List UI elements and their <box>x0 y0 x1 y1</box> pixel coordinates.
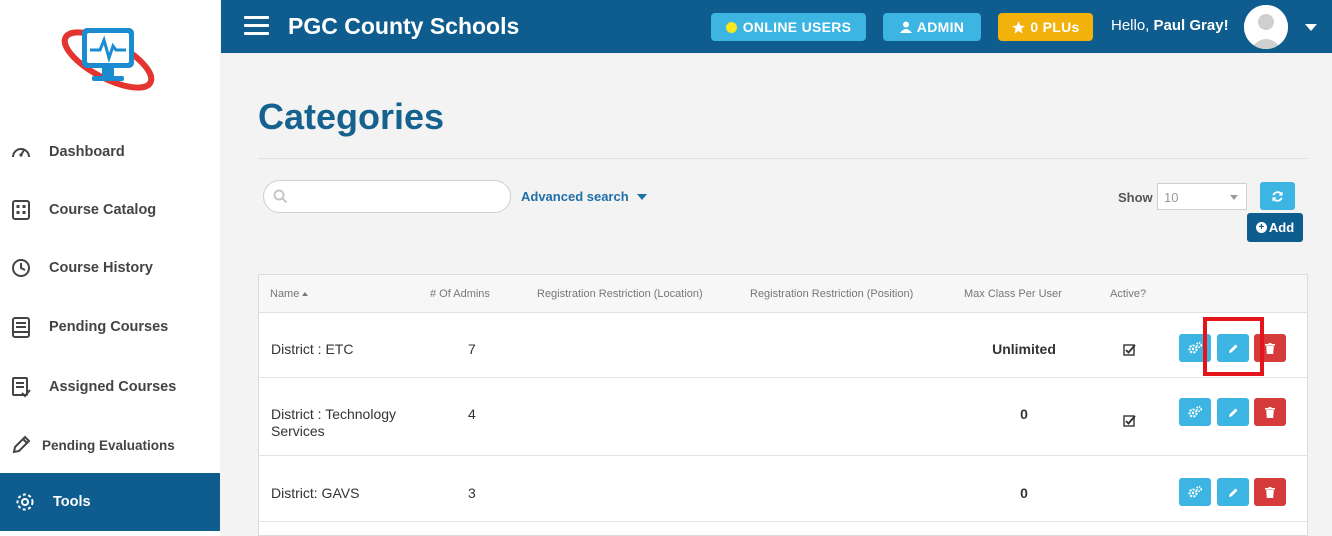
sidebar-item-assigned-courses[interactable]: Assigned Courses <box>0 358 220 416</box>
app-logo <box>56 18 160 96</box>
admin-button[interactable]: ADMIN <box>883 13 981 41</box>
category-name: District : Technology Services <box>271 406 397 439</box>
page-size-select[interactable]: 10 <box>1157 183 1247 210</box>
assigned-list-icon <box>10 376 32 398</box>
avatar[interactable] <box>1244 5 1288 49</box>
user-greeting: Hello, Paul Gray! <box>1111 17 1229 34</box>
category-name: District : ETC <box>271 341 354 357</box>
sidebar-item-label: Assigned Courses <box>49 379 177 395</box>
edit-button[interactable] <box>1217 478 1249 506</box>
pencil-icon <box>10 434 32 456</box>
user-icon <box>899 21 912 33</box>
column-header-location[interactable]: Registration Restriction (Location) <box>537 288 703 300</box>
category-name: District: GAVS <box>271 485 360 501</box>
chevron-down-icon <box>1230 195 1238 200</box>
online-users-label: ONLINE USERS <box>742 19 852 35</box>
trash-icon <box>1265 342 1275 354</box>
history-clock-icon <box>10 257 32 279</box>
catalog-icon <box>10 199 32 221</box>
refresh-icon <box>1272 190 1283 202</box>
top-bar: PGC County Schools ONLINE USERS ADMIN 0 … <box>221 0 1332 53</box>
gears-icon <box>1188 486 1202 498</box>
categories-table: Name # Of Admins Registration Restrictio… <box>258 274 1308 536</box>
app-title: PGC County Schools <box>288 13 520 39</box>
max-class-value: 0 <box>1020 406 1028 422</box>
table-header: Name # Of Admins Registration Restrictio… <box>259 275 1307 313</box>
sidebar-item-pending-evaluations[interactable]: Pending Evaluations <box>0 416 220 474</box>
add-label: Add <box>1268 220 1295 235</box>
sidebar-item-label: Course History <box>49 260 153 276</box>
pencil-icon <box>1228 488 1237 497</box>
active-checkbox-icon <box>1123 343 1136 359</box>
column-header-admins[interactable]: # Of Admins <box>430 288 490 300</box>
sidebar-item-course-history[interactable]: Course History <box>0 239 220 297</box>
delete-button[interactable] <box>1254 398 1286 426</box>
admins-count: 4 <box>468 406 476 422</box>
gears-icon <box>1188 342 1202 354</box>
online-users-button[interactable]: ONLINE USERS <box>711 13 866 41</box>
max-class-value: Unlimited <box>992 341 1056 357</box>
table-row: District: GAVS 3 0 <box>259 456 1307 522</box>
avatar-placeholder-icon <box>1244 5 1288 49</box>
sidebar-item-label: Course Catalog <box>49 202 157 218</box>
online-dot-icon <box>725 21 737 33</box>
sidebar-item-label: Pending Evaluations <box>42 437 175 453</box>
highlight-annotation <box>1203 317 1264 376</box>
pencil-icon <box>1228 408 1237 417</box>
active-checkbox-icon <box>1123 414 1136 430</box>
sidebar-item-dashboard[interactable]: Dashboard <box>0 123 220 181</box>
settings-button[interactable] <box>1179 478 1211 506</box>
edit-button[interactable] <box>1217 398 1249 426</box>
admins-count: 3 <box>468 485 476 501</box>
advanced-search-label: Advanced search <box>521 189 629 204</box>
user-menu-chevron-down-icon[interactable] <box>1305 24 1317 31</box>
gauge-icon <box>10 141 32 163</box>
sidebar-item-pending-courses[interactable]: Pending Courses <box>0 298 220 356</box>
plus-label: 0 PLUs <box>1030 19 1080 35</box>
trash-icon <box>1265 486 1275 498</box>
sidebar-item-label: Dashboard <box>49 144 125 160</box>
add-button[interactable]: + Add <box>1247 213 1303 242</box>
gears-icon <box>1188 406 1202 418</box>
user-name: Paul Gray! <box>1153 17 1229 34</box>
sidebar: Dashboard Course Catalog Course History … <box>0 0 220 536</box>
search-box[interactable] <box>263 180 511 213</box>
advanced-search-toggle[interactable]: Advanced search <box>521 189 647 204</box>
column-header-active[interactable]: Active? <box>1110 288 1146 300</box>
trash-icon <box>1265 406 1275 418</box>
book-icon <box>10 316 32 338</box>
page-title: Categories <box>258 96 445 137</box>
chevron-down-icon <box>636 193 647 200</box>
table-row: District : ETC 7 Unlimited <box>259 313 1307 378</box>
delete-button[interactable] <box>1254 478 1286 506</box>
refresh-button[interactable] <box>1260 182 1295 210</box>
table-row: District : Technology Services 4 0 <box>259 378 1307 456</box>
star-icon <box>1012 20 1026 33</box>
gear-icon <box>14 491 36 513</box>
admins-count: 7 <box>468 341 476 357</box>
plus-button[interactable]: 0 PLUs <box>998 13 1093 41</box>
sidebar-item-label: Pending Courses <box>49 319 169 335</box>
title-divider <box>258 158 1308 159</box>
sidebar-item-label: Tools <box>53 494 91 510</box>
settings-button[interactable] <box>1179 398 1211 426</box>
sidebar-item-course-catalog[interactable]: Course Catalog <box>0 181 220 239</box>
hamburger-menu-icon[interactable] <box>244 16 269 36</box>
sidebar-item-tools[interactable]: Tools <box>0 473 220 531</box>
show-label: Show <box>1118 190 1153 205</box>
sort-ascending-icon <box>302 292 309 297</box>
search-input[interactable] <box>294 187 494 207</box>
column-header-name[interactable]: Name <box>270 288 309 300</box>
column-header-position[interactable]: Registration Restriction (Position) <box>750 288 913 300</box>
plus-circle-icon: + <box>1255 222 1267 233</box>
search-icon <box>273 189 288 204</box>
admin-label: ADMIN <box>916 19 965 35</box>
page-size-value: 10 <box>1164 190 1179 205</box>
column-header-max-class[interactable]: Max Class Per User <box>964 288 1062 300</box>
max-class-value: 0 <box>1020 485 1028 501</box>
